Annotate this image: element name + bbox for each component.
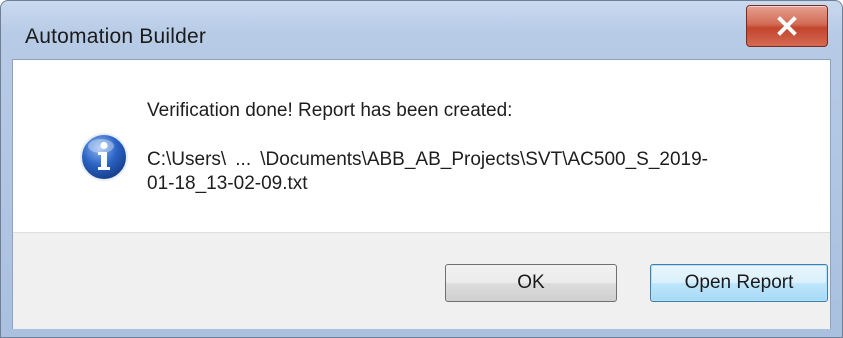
message-text: Verification done! Report has been creat… [147,100,807,196]
info-icon [80,133,128,181]
dialog-window: Automation Builder Verification done! Re… [0,0,843,338]
report-path-line2: 01-18_13-02-09.txt [147,173,308,194]
report-path-part2: \Documents\ABB_AB_Projects\SVT\AC500_S_2… [260,149,708,170]
button-bar: OK Open Report [13,232,830,329]
title-bar[interactable]: Automation Builder [1,1,842,59]
open-report-button[interactable]: Open Report [650,264,828,302]
close-icon [777,16,797,36]
report-path-ellipsis: ... [235,149,252,170]
dialog-content: Verification done! Report has been creat… [12,59,831,329]
close-button[interactable] [746,5,828,47]
report-path-part1: C:\Users\ [147,149,227,170]
message-headline: Verification done! Report has been creat… [147,100,513,121]
window-title: Automation Builder [25,25,207,48]
ok-button[interactable]: OK [445,264,617,302]
report-path: C:\Users\... \Documents\ABB_AB_Projects\S… [147,148,807,172]
